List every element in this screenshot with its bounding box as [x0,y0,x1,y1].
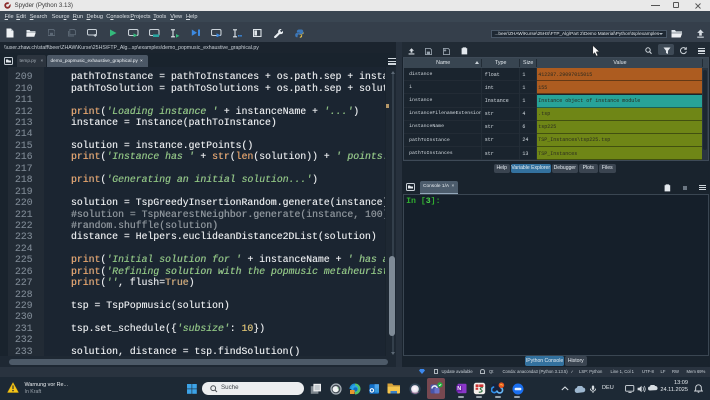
svg-text:N: N [457,386,461,392]
